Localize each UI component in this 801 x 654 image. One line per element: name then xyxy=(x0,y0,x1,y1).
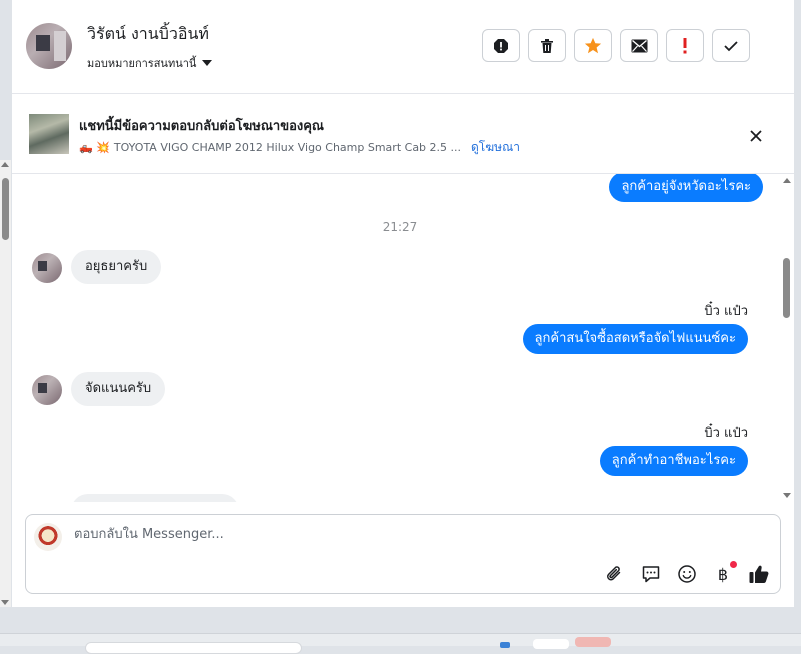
star-button[interactable] xyxy=(574,29,612,62)
report-button[interactable] xyxy=(482,29,520,62)
star-icon xyxy=(584,37,602,53)
message-timestamp: 21:27 xyxy=(382,220,418,234)
emoji-button[interactable] xyxy=(676,563,698,585)
composer-tools: ฿ xyxy=(604,561,770,585)
taskbar-search[interactable] xyxy=(85,642,302,654)
thumbs-up-icon xyxy=(749,565,769,583)
emoji-icon xyxy=(678,565,696,583)
message-sender-name: บิ๋ว แป๋ว xyxy=(704,426,748,441)
delete-button[interactable] xyxy=(528,29,566,62)
scroll-up-arrow-icon[interactable] xyxy=(783,178,791,183)
follow-up-button[interactable] xyxy=(666,29,704,62)
page-scrollbar[interactable] xyxy=(0,160,11,607)
message-bubble-incoming[interactable]: จัดแนนครับ xyxy=(71,372,166,406)
attach-file-button[interactable] xyxy=(604,563,626,585)
page-scroll-thumb[interactable] xyxy=(2,178,9,240)
os-taskbar xyxy=(0,633,801,654)
paperclip-icon xyxy=(607,566,621,581)
contact-avatar-small[interactable] xyxy=(32,375,62,405)
assign-label: มอบหมายการสนทนานี้ xyxy=(87,57,197,70)
close-ad-banner-button[interactable] xyxy=(749,128,763,147)
ad-description: TOYOTA VIGO CHAMP 2012 Hilux Vigo Champ … xyxy=(113,141,462,154)
conversation-panel: วิรัตน์ งานบิ้วอินท์ มอบหมายการสนทนานี้ xyxy=(12,0,794,607)
mark-done-button[interactable] xyxy=(712,29,750,62)
message-sender-name: บิ๋ว แป๋ว xyxy=(704,304,748,319)
mark-unread-button[interactable] xyxy=(620,29,658,62)
message-scroll-thumb[interactable] xyxy=(783,258,790,318)
ad-reply-banner: แชทนี้มีข้อความตอบกลับต่อโฆษณาของคุณ 🛻 💥… xyxy=(12,94,794,174)
saved-reply-icon xyxy=(642,566,660,583)
message-bubble-outgoing[interactable]: ลูกค้าสนใจซื้อสดหรือจัดไฟแนนซ์คะ xyxy=(522,324,748,354)
taskbar-app-icon[interactable] xyxy=(500,642,510,648)
view-ad-link[interactable]: ดูโฆษณา xyxy=(471,138,520,157)
ad-banner-details: 🛻 💥 TOYOTA VIGO CHAMP 2012 Hilux Vigo Ch… xyxy=(79,138,520,157)
exclamation-icon xyxy=(683,37,687,53)
message-bubble-incoming-partial[interactable] xyxy=(71,494,239,502)
saved-replies-button[interactable] xyxy=(640,563,662,585)
message-list[interactable]: ลูกค้าอยู่จังหวัดอะไรคะ 21:27 อยุธยาครับ… xyxy=(12,174,780,502)
trash-icon xyxy=(541,38,553,53)
message-bubble-outgoing[interactable]: ลูกค้าทำอาชีพอะไรคะ xyxy=(599,446,748,476)
scroll-up-arrow-icon[interactable] xyxy=(1,162,9,167)
header-actions xyxy=(482,29,750,62)
like-button[interactable] xyxy=(748,563,770,585)
payment-button[interactable]: ฿ xyxy=(712,561,737,585)
notification-dot xyxy=(730,561,737,568)
close-icon xyxy=(750,130,762,142)
reply-composer: ฿ xyxy=(25,514,781,594)
message-scrollbar[interactable] xyxy=(781,174,793,502)
assign-conversation-dropdown[interactable]: มอบหมายการสนทนานี้ xyxy=(87,54,213,72)
taskbar-app-icon[interactable] xyxy=(575,637,611,647)
taskbar-app-icon[interactable] xyxy=(533,639,569,649)
page-avatar xyxy=(34,523,62,551)
reply-input[interactable] xyxy=(74,525,574,544)
contact-avatar-small[interactable] xyxy=(32,253,62,283)
message-bubble-outgoing[interactable]: ลูกค้าอยู่จังหวัดอะไรคะ xyxy=(609,174,763,202)
conversation-header: วิรัตน์ งานบิ้วอินท์ มอบหมายการสนทนานี้ xyxy=(12,0,794,94)
envelope-icon xyxy=(631,39,647,52)
contact-avatar[interactable] xyxy=(26,23,72,69)
contact-name[interactable]: วิรัตน์ งานบิ้วอินท์ xyxy=(87,22,209,47)
ad-thumbnail[interactable] xyxy=(29,114,69,154)
check-icon xyxy=(724,40,738,51)
message-bubble-incoming[interactable]: อยุธยาครับ xyxy=(71,250,162,284)
ad-banner-title: แชทนี้มีข้อความตอบกลับต่อโฆษณาของคุณ xyxy=(79,119,324,134)
scroll-down-arrow-icon[interactable] xyxy=(783,493,791,498)
alert-octagon-icon xyxy=(494,38,508,53)
ad-emojis: 🛻 💥 xyxy=(79,141,110,154)
scroll-down-arrow-icon[interactable] xyxy=(1,600,9,605)
chevron-down-icon xyxy=(202,60,213,66)
baht-icon: ฿ xyxy=(717,564,729,584)
